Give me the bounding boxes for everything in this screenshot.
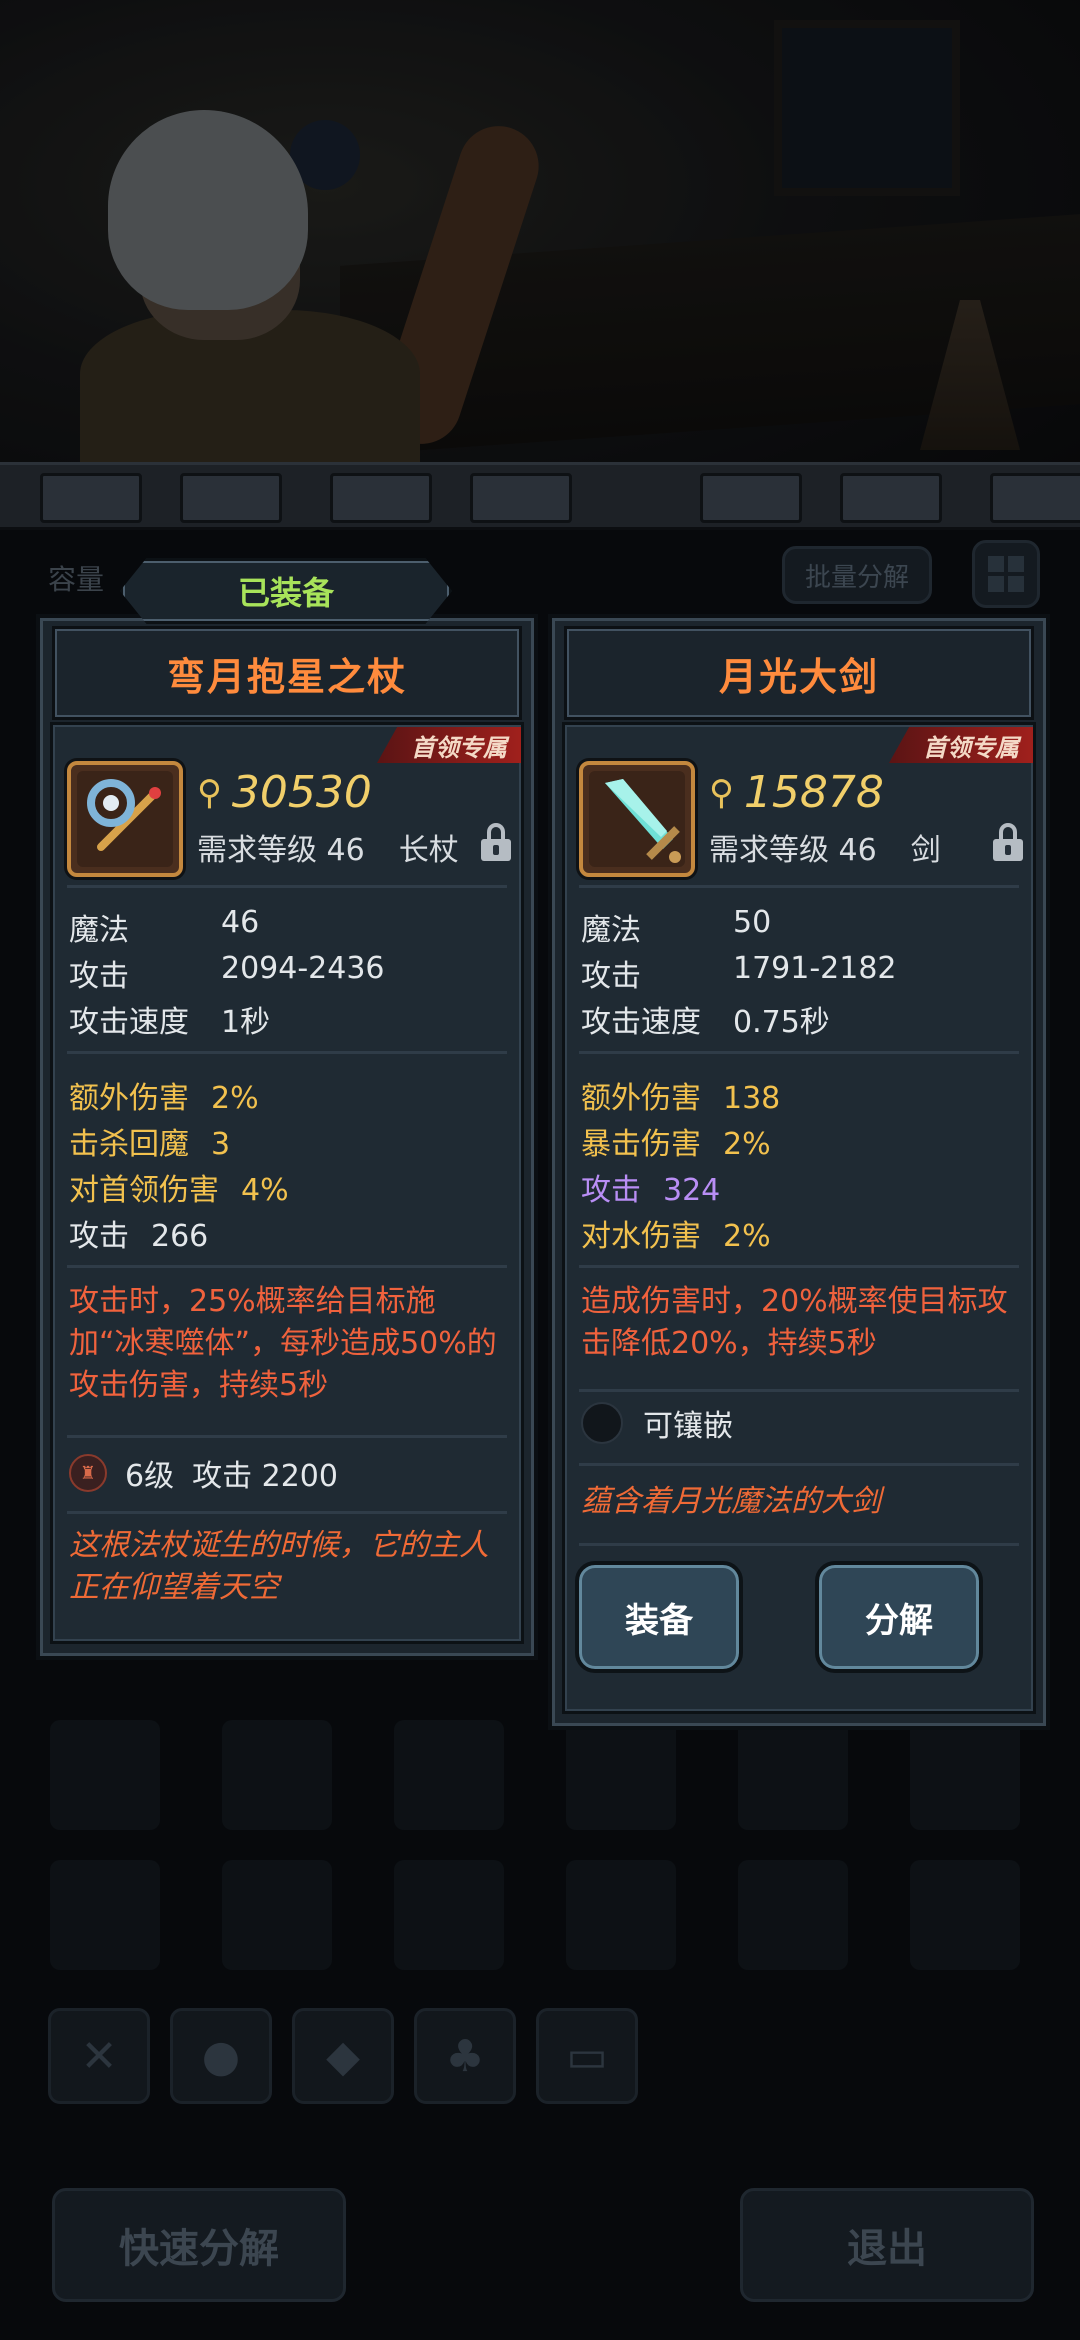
inventory-slot[interactable] — [910, 1860, 1020, 1970]
staff-icon — [67, 761, 183, 877]
stat-row: 魔法 46 — [69, 905, 260, 948]
inventory-slot[interactable] — [222, 1860, 332, 1970]
inventory-slot[interactable] — [222, 1720, 332, 1830]
lock-icon[interactable] — [993, 823, 1023, 861]
gem-icon[interactable]: ◆ — [292, 2008, 394, 2104]
special-effect-text: 攻击时，25%概率给目标施加“冰寒噬体”，每秒造成50%的攻击伤害，持续5秒 — [69, 1284, 497, 1403]
boss-exclusive-badge: 首领专属 — [377, 727, 521, 763]
grid-view-icon[interactable] — [972, 540, 1040, 608]
decompose-button[interactable]: 分解 — [815, 1561, 983, 1673]
power-row: ⚲ 30530 — [197, 767, 372, 818]
hammer-icon[interactable]: ✕ — [48, 2008, 150, 2104]
compare-item-header: 月光大剑 — [564, 626, 1034, 720]
lock-icon[interactable] — [481, 823, 511, 861]
inventory-slot[interactable] — [738, 1860, 848, 1970]
level-requirement: 需求等级 46 — [197, 833, 365, 868]
inventory-slot[interactable] — [738, 1720, 848, 1830]
compare-item-name: 月光大剑 — [718, 654, 879, 699]
inventory-slot[interactable] — [394, 1720, 504, 1830]
stat-row: 攻击 1791-2182 — [581, 951, 897, 994]
power-row: ⚲ 15878 — [709, 767, 884, 818]
equipped-item-name: 弯月抱星之杖 — [166, 654, 407, 699]
requirement-row: 需求等级 46 长杖 — [197, 825, 459, 869]
character-scene — [0, 0, 1080, 530]
level-requirement: 需求等级 46 — [709, 833, 877, 868]
quick-decompose-button[interactable]: 快速分解 — [52, 2188, 346, 2302]
inventory-slot[interactable] — [394, 1860, 504, 1970]
lore-text: 这根法杖诞生的时候，它的主人正在仰望着天空 — [69, 1528, 489, 1605]
weapon-type: 剑 — [910, 833, 941, 868]
compare-item-details: 首领专属 ⚲ 15878 需求等级 46 剑 魔法 50 攻击 1791-2182 攻… — [562, 722, 1036, 1714]
bonus-stat-row: 额外伤害 138 — [581, 1081, 781, 1116]
set-emblem-icon: ♜ — [69, 1454, 107, 1492]
bonus-stat-row: 攻击 324 — [581, 1173, 721, 1208]
bonus-stat-row: 攻击 266 — [69, 1219, 209, 1254]
boss-exclusive-badge: 首领专属 — [889, 727, 1033, 763]
ore-icon[interactable]: ♣ — [414, 2008, 516, 2104]
equipped-item-panel: 弯月抱星之杖 首领专属 ⚲ 30530 需求等级 46 长杖 魔法 46 攻击 209… — [36, 614, 538, 1660]
requirement-row: 需求等级 46 剑 — [709, 825, 941, 869]
equipped-item-header: 弯月抱星之杖 — [52, 626, 522, 720]
compare-item-panel: 月光大剑 首领专属 ⚲ 15878 需求等级 46 剑 魔法 50 攻击 1791-2… — [548, 614, 1050, 1730]
socket-icon — [581, 1402, 623, 1444]
stat-row: 攻击 2094-2436 — [69, 951, 385, 994]
bonus-stat-row: 对水伤害 2% — [581, 1219, 771, 1254]
exit-button[interactable]: 退出 — [740, 2188, 1034, 2302]
chest-icon[interactable]: ▭ — [536, 2008, 638, 2104]
power-icon: ⚲ — [197, 772, 222, 813]
scene-railing — [0, 462, 1080, 530]
bonus-stat-row: 对首领伤害 4% — [69, 1173, 289, 1208]
weapon-type: 长杖 — [398, 833, 459, 868]
set-bonus-row: ♜ 6级 攻击 2200 — [69, 1451, 338, 1495]
lore-text: 蕴含着月光魔法的大剑 — [581, 1484, 881, 1519]
batch-decompose-button[interactable]: 批量分解 — [782, 546, 932, 604]
paw-icon[interactable]: ● — [170, 2008, 272, 2104]
inventory-slot[interactable] — [910, 1720, 1020, 1830]
socket-row: 可镶嵌 — [581, 1401, 733, 1445]
capacity-label: 容量 — [48, 563, 105, 596]
inventory-slot[interactable] — [50, 1860, 160, 1970]
equipped-item-power: 30530 — [231, 767, 372, 818]
special-effect-text: 造成伤害时，20%概率使目标攻击降低20%，持续5秒 — [581, 1284, 1008, 1361]
sword-icon — [579, 761, 695, 877]
bonus-stat-row: 暴击伤害 2% — [581, 1127, 771, 1162]
stat-row: 攻击速度 1秒 — [69, 1005, 271, 1040]
power-icon: ⚲ — [709, 772, 734, 813]
bonus-stat-row: 额外伤害 2% — [69, 1081, 259, 1116]
equip-button[interactable]: 装备 — [575, 1561, 743, 1673]
inventory-slot[interactable] — [50, 1720, 160, 1830]
inventory-slot[interactable] — [566, 1720, 676, 1830]
scene-dim-overlay — [0, 0, 1080, 530]
stat-row: 魔法 50 — [581, 905, 772, 948]
stat-row: 攻击速度 0.75秒 — [581, 1005, 830, 1040]
equipped-tag: 已装备 — [120, 558, 452, 624]
bonus-stat-row: 击杀回魔 3 — [69, 1127, 231, 1162]
equipped-item-details: 首领专属 ⚲ 30530 需求等级 46 长杖 魔法 46 攻击 2094-2436 … — [50, 722, 524, 1644]
inventory-slot[interactable] — [566, 1860, 676, 1970]
compare-item-power: 15878 — [743, 767, 884, 818]
